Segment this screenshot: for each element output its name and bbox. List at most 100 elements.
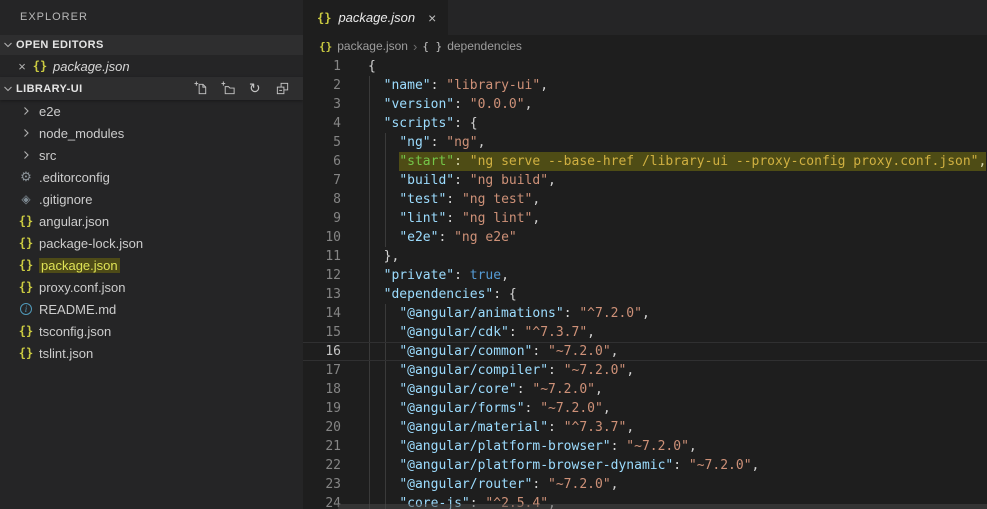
- close-icon[interactable]: ×: [14, 59, 30, 74]
- code-token: :: [673, 456, 689, 475]
- code-line-6[interactable]: 6 "start": "ng serve --base-href /librar…: [303, 152, 987, 171]
- code-token: [368, 228, 399, 247]
- code-token: :: [564, 304, 580, 323]
- code-line-21[interactable]: 21 "@angular/platform-browser": "~7.2.0"…: [303, 437, 987, 456]
- tree-item-tslint-json[interactable]: {}tslint.json: [0, 342, 303, 364]
- tree-item-package-json[interactable]: {}package.json: [0, 254, 303, 276]
- code-token: [368, 152, 399, 171]
- tree-item--gitignore[interactable]: ◈.gitignore: [0, 188, 303, 210]
- code-line-23[interactable]: 23 "@angular/router": "~7.2.0",: [303, 475, 987, 494]
- code-token: {: [368, 57, 376, 76]
- collapse-all-icon[interactable]: [274, 81, 290, 97]
- tree-item-e2e[interactable]: e2e: [0, 100, 303, 122]
- open-editors-header[interactable]: OPEN EDITORS: [0, 35, 303, 55]
- code-token: ,: [752, 456, 760, 475]
- line-number: 21: [303, 437, 368, 456]
- code-line-13[interactable]: 13 "dependencies": {: [303, 285, 987, 304]
- refresh-icon[interactable]: ↻: [247, 81, 263, 97]
- tab-package-json[interactable]: {} package.json ×: [303, 0, 448, 35]
- code-token: "dependencies": [384, 285, 494, 304]
- line-number: 14: [303, 304, 368, 323]
- tree-item-angular-json[interactable]: {}angular.json: [0, 210, 303, 232]
- code-token: "library-ui": [446, 76, 540, 95]
- code-token: [368, 95, 384, 114]
- code-token: ,: [611, 342, 619, 361]
- code-line-4[interactable]: 4 "scripts": {: [303, 114, 987, 133]
- code-line-20[interactable]: 20 "@angular/material": "^7.3.7",: [303, 418, 987, 437]
- code-token: [368, 171, 399, 190]
- code-line-9[interactable]: 9 "lint": "ng lint",: [303, 209, 987, 228]
- code-token: [368, 418, 399, 437]
- code-line-14[interactable]: 14 "@angular/animations": "^7.2.0",: [303, 304, 987, 323]
- code-line-19[interactable]: 19 "@angular/forms": "~7.2.0",: [303, 399, 987, 418]
- line-number: 16: [303, 342, 368, 361]
- code-line-1[interactable]: 1{: [303, 57, 987, 76]
- code-token: "@angular/animations": [399, 304, 563, 323]
- code-token: "@angular/platform-browser-dynamic": [399, 456, 673, 475]
- code-line-11[interactable]: 11 },: [303, 247, 987, 266]
- tree-item-tsconfig-json[interactable]: {}tsconfig.json: [0, 320, 303, 342]
- code-token: ,: [478, 133, 486, 152]
- tree-item-readme-md[interactable]: iREADME.md: [0, 298, 303, 320]
- code-line-5[interactable]: 5 "ng": "ng",: [303, 133, 987, 152]
- tree-item-package-lock-json[interactable]: {}package-lock.json: [0, 232, 303, 254]
- code-token: ,: [525, 95, 533, 114]
- project-section-header[interactable]: LIBRARY-UI ↻: [0, 77, 303, 100]
- breadcrumb-separator: ›: [413, 39, 417, 54]
- breadcrumb-item-symbol[interactable]: dependencies: [447, 39, 522, 53]
- code-line-2[interactable]: 2 "name": "library-ui",: [303, 76, 987, 95]
- code-editor[interactable]: 1{2 "name": "library-ui",3 "version": "0…: [303, 57, 987, 509]
- new-folder-icon[interactable]: [220, 81, 236, 97]
- code-token: :: [611, 437, 627, 456]
- code-token: ,: [626, 361, 634, 380]
- new-file-icon[interactable]: [193, 81, 209, 97]
- code-token: "~7.2.0": [540, 399, 603, 418]
- tree-item-label: src: [39, 148, 56, 163]
- file-tree: e2enode_modulessrc ⚙.editorconfig◈.gitign…: [0, 100, 303, 509]
- code-token: ,: [501, 266, 509, 285]
- code-token: :: [446, 209, 462, 228]
- code-line-17[interactable]: 17 "@angular/compiler": "~7.2.0",: [303, 361, 987, 380]
- code-token: "~7.2.0": [532, 380, 595, 399]
- line-number: 15: [303, 323, 368, 342]
- tree-item--editorconfig[interactable]: ⚙.editorconfig: [0, 166, 303, 188]
- horizontal-scrollbar[interactable]: [338, 504, 987, 509]
- code-token: "ng": [399, 133, 430, 152]
- code-token: "start": [399, 152, 454, 171]
- line-number: 12: [303, 266, 368, 285]
- tree-item-proxy-conf-json[interactable]: {}proxy.conf.json: [0, 276, 303, 298]
- code-line-16[interactable]: 16 "@angular/common": "~7.2.0",: [303, 342, 987, 361]
- line-number: 9: [303, 209, 368, 228]
- code-token: [368, 342, 399, 361]
- code-token: "@angular/common": [399, 342, 532, 361]
- code-line-3[interactable]: 3 "version": "0.0.0",: [303, 95, 987, 114]
- code-token: [368, 456, 399, 475]
- code-token: [368, 114, 384, 133]
- code-line-15[interactable]: 15 "@angular/cdk": "^7.3.7",: [303, 323, 987, 342]
- code-token: "ng test": [462, 190, 532, 209]
- open-editor-item-package-json[interactable]: × {} package.json: [0, 55, 303, 77]
- code-line-12[interactable]: 12 "private": true,: [303, 266, 987, 285]
- code-token: },: [368, 247, 399, 266]
- code-line-10[interactable]: 10 "e2e": "ng e2e": [303, 228, 987, 247]
- tree-item-src[interactable]: src: [0, 144, 303, 166]
- editor-group: {} package.json × {} package.json › { } …: [303, 0, 987, 509]
- code-line-8[interactable]: 8 "test": "ng test",: [303, 190, 987, 209]
- code-token: [368, 323, 399, 342]
- tree-item-label: angular.json: [39, 214, 109, 229]
- code-line-22[interactable]: 22 "@angular/platform-browser-dynamic": …: [303, 456, 987, 475]
- breadcrumb-item-file[interactable]: package.json: [337, 39, 408, 53]
- sidebar-title: EXPLORER: [0, 0, 303, 35]
- json-file-icon: {}: [16, 346, 36, 360]
- json-file-icon: {}: [319, 40, 332, 53]
- code-token: :: [454, 95, 470, 114]
- info-icon: i: [16, 303, 36, 315]
- code-token: "scripts": [384, 114, 454, 133]
- code-line-7[interactable]: 7 "build": "ng build",: [303, 171, 987, 190]
- breadcrumb: {} package.json › { } dependencies: [303, 35, 987, 57]
- code-token: "0.0.0": [470, 95, 525, 114]
- tree-item-node-modules[interactable]: node_modules: [0, 122, 303, 144]
- code-line-18[interactable]: 18 "@angular/core": "~7.2.0",: [303, 380, 987, 399]
- tree-item-label: package.json: [39, 258, 120, 273]
- tab-close-icon[interactable]: ×: [428, 10, 436, 26]
